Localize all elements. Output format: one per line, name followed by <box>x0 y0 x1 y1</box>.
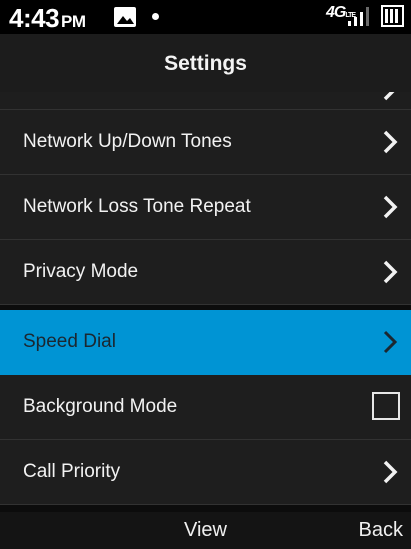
list-item-speed-dial[interactable]: Speed Dial <box>0 310 411 375</box>
signal-strength-icon <box>348 7 369 26</box>
list-item-privacy-mode[interactable]: Privacy Mode <box>0 240 411 305</box>
settings-list[interactable]: Network Up/Down Tones Network Loss Tone … <box>0 92 411 512</box>
list-item-background-mode[interactable]: Background Mode <box>0 375 411 440</box>
view-softkey[interactable]: View <box>0 512 411 548</box>
page-title: Settings <box>164 52 247 75</box>
status-bar: 4:43 PM 4GLTE <box>0 0 411 34</box>
status-time: 4:43 PM <box>9 3 86 34</box>
list-item-label: Network Up/Down Tones <box>23 131 232 152</box>
list-item-label: Privacy Mode <box>23 261 139 282</box>
list-item-label: Background Mode <box>23 396 178 417</box>
partial-list-item[interactable] <box>0 92 411 110</box>
title-bar: Settings <box>0 34 411 92</box>
network-type: 4G <box>326 4 346 21</box>
list-item-label: Network Loss Tone Repeat <box>23 196 251 217</box>
list-item-network-up-down-tones[interactable]: Network Up/Down Tones <box>0 110 411 175</box>
image-notification-icon <box>114 7 136 27</box>
chevron-right-icon <box>383 460 398 484</box>
list-item-call-priority[interactable]: Call Priority <box>0 440 411 505</box>
list-item-network-loss-tone-repeat[interactable]: Network Loss Tone Repeat <box>0 175 411 240</box>
background-mode-checkbox[interactable] <box>372 392 400 420</box>
status-ampm: PM <box>61 12 86 31</box>
list-item-label: Speed Dial <box>23 331 116 352</box>
back-softkey[interactable]: Back <box>359 512 403 548</box>
chevron-right-icon <box>383 130 398 154</box>
chevron-right-icon <box>383 330 398 354</box>
list-item-label: Call Priority <box>23 461 121 482</box>
chevron-right-icon <box>383 260 398 284</box>
status-time-value: 4:43 <box>9 3 60 33</box>
notification-dot-icon <box>152 13 159 20</box>
softkey-bar: View Back <box>0 512 411 549</box>
chevron-right-icon <box>383 92 395 101</box>
battery-icon <box>381 5 404 27</box>
chevron-right-icon <box>383 195 398 219</box>
